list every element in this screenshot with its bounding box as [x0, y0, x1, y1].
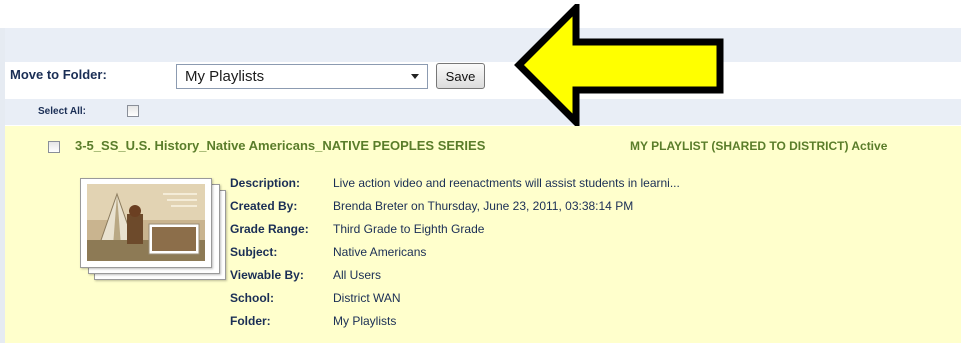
folder-value: My Playlists [333, 314, 397, 328]
item-title-link[interactable]: 3-5_SS_U.S. History_Native Americans_NAT… [75, 138, 485, 153]
chevron-down-icon[interactable] [411, 74, 419, 79]
item-status: MY PLAYLIST (SHARED TO DISTRICT) Active [630, 139, 888, 153]
viewable-by-value: All Users [333, 268, 382, 282]
grade-range-label: Grade Range: [230, 222, 309, 236]
native-peoples-image [87, 184, 205, 261]
select-all-checkbox[interactable] [127, 105, 139, 117]
arrow-shape [514, 4, 724, 126]
select-all-strip [5, 99, 961, 125]
thumbnail-front [80, 178, 212, 268]
school-value: District WAN [333, 291, 401, 305]
grade-range-value: Third Grade to Eighth Grade [333, 222, 485, 236]
school-label: School: [230, 291, 274, 305]
item-checkbox[interactable] [48, 141, 60, 153]
select-all-label: Select All: [38, 106, 86, 117]
created-by-label: Created By: [230, 199, 298, 213]
folder-label: Folder: [230, 314, 271, 328]
toolbar-strip [5, 28, 961, 62]
move-to-folder-label: Move to Folder: [10, 67, 107, 82]
folder-select-value: My Playlists [185, 68, 265, 85]
yellow-arrow-icon [514, 4, 724, 126]
native-peoples-image-graphic [87, 184, 205, 261]
created-by-value: Brenda Breter on Thursday, June 23, 2011… [333, 199, 634, 213]
subject-value: Native Americans [333, 245, 427, 259]
subject-label: Subject: [230, 245, 278, 259]
folder-select[interactable]: My Playlists [176, 64, 428, 89]
save-button[interactable]: Save [436, 63, 485, 89]
viewable-by-label: Viewable By: [230, 268, 304, 282]
description-label: Description: [230, 176, 301, 190]
description-value: Live action video and reenactments will … [333, 176, 680, 190]
